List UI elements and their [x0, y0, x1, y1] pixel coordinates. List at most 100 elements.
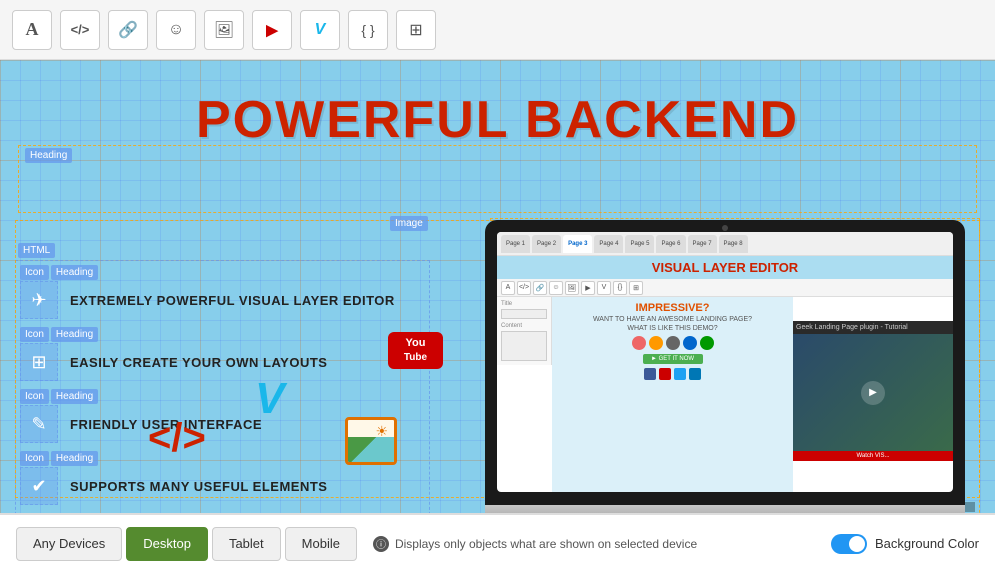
- emoji-icon: ☺: [168, 21, 184, 39]
- youtube-tube-text: Tube: [398, 351, 433, 365]
- browser-icon-3: [666, 336, 680, 350]
- screen-inner-btn-4[interactable]: ☺: [549, 281, 563, 295]
- icon-label-3: Icon: [20, 389, 49, 404]
- screen-inner-toolbar: A </> 🔗 ☺ 🖼 ▶ V {} ⊞: [497, 279, 953, 297]
- screen-inner-btn-8[interactable]: {}: [613, 281, 627, 295]
- desktop-button[interactable]: Desktop: [126, 527, 208, 561]
- screen-tab-4[interactable]: Page 4: [594, 235, 623, 253]
- landscape-bg: [348, 437, 394, 462]
- image-label-tag: Image: [390, 216, 428, 231]
- screen-watch-button[interactable]: Watch VIS...: [793, 451, 953, 461]
- text-button[interactable]: A: [12, 10, 52, 50]
- feature-icon-2: ⊞: [20, 343, 58, 381]
- screen-title-input[interactable]: [501, 309, 547, 319]
- screen-tab-2[interactable]: Page 2: [532, 235, 561, 253]
- heading-selection-border: [18, 145, 977, 213]
- code-element: </>: [148, 416, 206, 461]
- vimeo-button[interactable]: V: [300, 10, 340, 50]
- screen-browser-icons: [557, 336, 788, 350]
- feature-text-1: EXTREMELY POWERFUL VISUAL LAYER EDITOR: [70, 293, 395, 308]
- screen-inner-btn-6[interactable]: ▶: [581, 281, 595, 295]
- screen-tab-6[interactable]: Page 6: [656, 235, 685, 253]
- laptop-base: [485, 505, 965, 513]
- linkedin-icon: [689, 368, 701, 380]
- browser-icon-1: [632, 336, 646, 350]
- youtube-button[interactable]: ▶: [252, 10, 292, 50]
- screen-tab-1[interactable]: Page 1: [501, 235, 530, 253]
- screen-main-content: IMPRESSIVE? WANT TO HAVE AN AWESOME LAND…: [552, 297, 793, 492]
- heading-label-tag: Heading: [25, 148, 72, 163]
- screen-inner-btn-3[interactable]: 🔗: [533, 281, 547, 295]
- image-icon: 🖼: [214, 20, 234, 40]
- background-color-toggle[interactable]: [831, 534, 867, 554]
- embed-button[interactable]: { }: [348, 10, 388, 50]
- screen-tab-5[interactable]: Page 5: [625, 235, 654, 253]
- vimeo-element: V: [255, 377, 284, 421]
- code-button[interactable]: </>: [60, 10, 100, 50]
- table-icon: ⊞: [409, 20, 422, 40]
- screen-impressive-text: IMPRESSIVE?: [557, 302, 788, 314]
- feature-icon-1: ✈: [20, 281, 58, 319]
- screen-title-label: Title: [501, 301, 547, 307]
- screen-tab-8[interactable]: Page 8: [719, 235, 748, 253]
- image-button[interactable]: 🖼: [204, 10, 244, 50]
- feature-text-2: EASILY CREATE YOUR OWN LAYOUTS: [70, 355, 327, 370]
- screen-main-heading: VISUAL LAYER EDITOR: [497, 256, 953, 279]
- canvas-area: Heading POWERFUL BACKEND Image HTML Icon…: [0, 60, 995, 513]
- tablet-button[interactable]: Tablet: [212, 527, 281, 561]
- icon-label-4: Icon: [20, 451, 49, 466]
- screen-content-input[interactable]: [501, 331, 547, 361]
- screen-video-thumb[interactable]: ▶: [793, 334, 953, 451]
- facebook-icon: [644, 368, 656, 380]
- vimeo-v-icon: V: [255, 374, 284, 423]
- screen-content-label: Content: [501, 323, 547, 329]
- browser-icon-5: [700, 336, 714, 350]
- screen-inner-btn-5[interactable]: 🖼: [565, 281, 579, 295]
- feature-item-4: ✔ SUPPORTS MANY USEFUL ELEMENTS: [20, 467, 440, 505]
- icon-label-2: Icon: [20, 327, 49, 342]
- link-button[interactable]: 🔗: [108, 10, 148, 50]
- screen-inner-btn-2[interactable]: </>: [517, 281, 531, 295]
- screen-video-title: Geek Landing Page plugin - Tutorial: [793, 321, 953, 334]
- screen-inner-btn-9[interactable]: ⊞: [629, 281, 643, 295]
- resize-handle[interactable]: [965, 502, 975, 512]
- screen-tab-7[interactable]: Page 7: [688, 235, 717, 253]
- emoji-button[interactable]: ☺: [156, 10, 196, 50]
- browser-icon-4: [683, 336, 697, 350]
- vimeo-icon: V: [315, 21, 326, 39]
- screen-tagline-1: WANT TO HAVE AN AWESOME LANDING PAGE?: [557, 316, 788, 323]
- screen-inner-btn-7[interactable]: V: [597, 281, 611, 295]
- table-button[interactable]: ⊞: [396, 10, 436, 50]
- device-info-text: Displays only objects what are shown on …: [395, 537, 697, 551]
- any-devices-button[interactable]: Any Devices: [16, 527, 122, 561]
- feature-item-1: ✈ EXTREMELY POWERFUL VISUAL LAYER EDITOR: [20, 281, 440, 319]
- youtube-you-text: You: [398, 336, 433, 351]
- laptop-mockup: Page 1 Page 2 Page 3 Page 4 Page 5 Page …: [485, 220, 975, 513]
- laptop-camera: [722, 225, 728, 231]
- icon-label-1: Icon: [20, 265, 49, 280]
- feature-icon-3: ✎: [20, 405, 58, 443]
- screen-sidebar: Title Content: [497, 297, 552, 365]
- link-icon: 🔗: [118, 20, 138, 40]
- text-icon: A: [26, 19, 39, 40]
- screen-play-button[interactable]: ▶: [861, 381, 885, 405]
- youtube-icon: ▶: [266, 21, 278, 39]
- screen-inner-btn-1[interactable]: A: [501, 281, 515, 295]
- screen-tab-3[interactable]: Page 3: [563, 235, 592, 253]
- mobile-button[interactable]: Mobile: [285, 527, 357, 561]
- screen-body: Title Content IMPRESSIVE? WANT TO HAVE A…: [497, 297, 953, 492]
- bottom-bar: Any Devices Desktop Tablet Mobile ⓘ Disp…: [0, 513, 995, 572]
- youtube-element: You Tube: [388, 332, 443, 369]
- info-icon: ⓘ: [373, 536, 389, 552]
- youtube-social-icon: [659, 368, 671, 380]
- heading-label-3: Heading: [51, 389, 98, 404]
- background-color-toggle-area: Background Color: [831, 534, 979, 554]
- image-element: ☀: [345, 417, 397, 465]
- heading-label-2: Heading: [51, 327, 98, 342]
- sun-icon: ☀: [375, 423, 388, 440]
- get-it-now-button[interactable]: ► GET IT NOW: [643, 354, 703, 364]
- feature-text-4: SUPPORTS MANY USEFUL ELEMENTS: [70, 479, 327, 494]
- twitter-icon: [674, 368, 686, 380]
- screen-video-panel: Geek Landing Page plugin - Tutorial ▶ Wa…: [793, 321, 953, 461]
- device-info: ⓘ Displays only objects what are shown o…: [373, 536, 697, 552]
